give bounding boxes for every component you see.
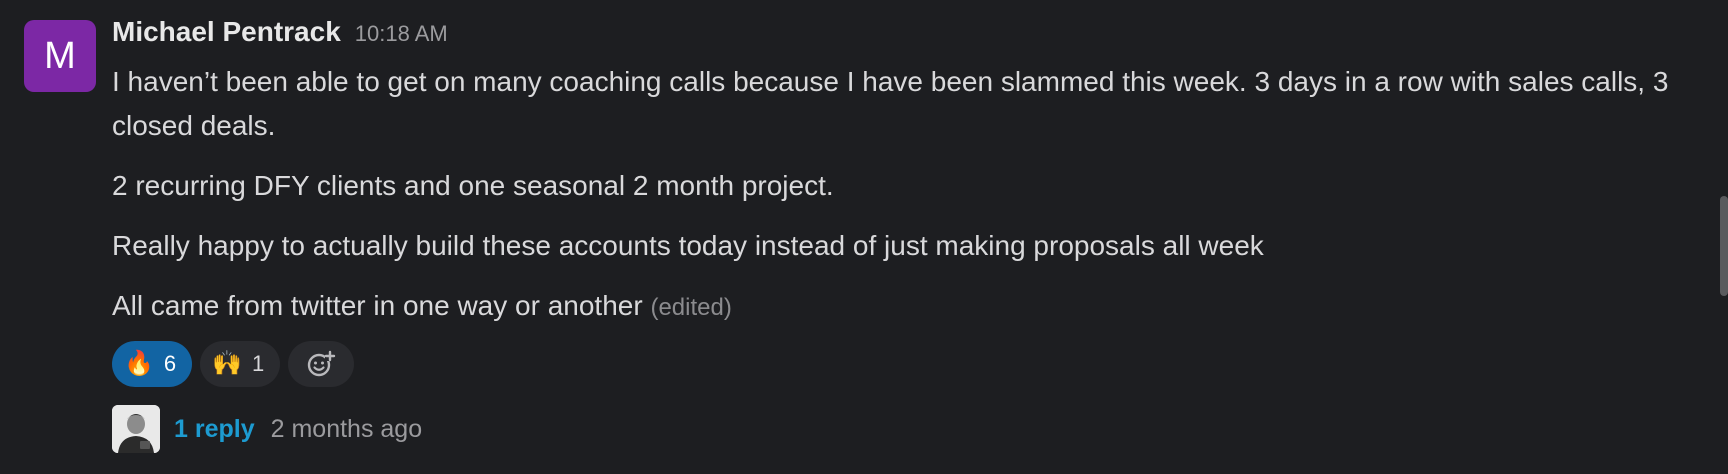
message-paragraph-text: All came from twitter in one way or anot… <box>112 290 643 321</box>
avatar-letter: M <box>44 34 76 77</box>
reaction-count: 6 <box>163 351 177 376</box>
reply-author-avatar <box>112 405 160 453</box>
edited-label: (edited) <box>650 294 732 321</box>
reaction-raised-hands[interactable]: 🙌 1 <box>200 341 281 387</box>
scrollbar[interactable] <box>1720 196 1728 296</box>
author-avatar[interactable]: M <box>24 20 96 92</box>
message-paragraph-last: All came from twitter in one way or anot… <box>112 284 1708 330</box>
reaction-fire[interactable]: 🔥 6 <box>112 341 193 387</box>
message-body: I haven’t been able to get on many coach… <box>112 60 1708 330</box>
person-photo-icon <box>112 405 160 453</box>
message-paragraph: 2 recurring DFY clients and one seasonal… <box>112 170 834 201</box>
add-reaction-button[interactable] <box>288 341 355 387</box>
message-timestamp[interactable]: 10:18 AM <box>355 21 448 47</box>
raised-hands-emoji-icon: 🙌 <box>212 350 243 377</box>
thread-summary[interactable]: 1 reply 2 months ago <box>112 404 1708 454</box>
reaction-count: 1 <box>252 351 265 376</box>
reply-count-link[interactable]: 1 reply <box>174 415 255 444</box>
fire-emoji-icon: 🔥 <box>124 350 154 377</box>
last-reply-time: 2 months ago <box>270 414 423 443</box>
message: M Michael Pentrack 10:18 AM I haven’t be… <box>0 0 1728 474</box>
message-paragraph: I haven’t been able to get on many coach… <box>112 66 1669 141</box>
reactions-bar: 🔥 6 🙌 1 <box>112 340 1708 388</box>
message-header: Michael Pentrack 10:18 AM <box>112 16 1708 60</box>
author-name[interactable]: Michael Pentrack <box>112 16 341 48</box>
add-emoji-icon <box>308 350 336 377</box>
message-paragraph: Really happy to actually build these acc… <box>112 230 1264 261</box>
message-content: Michael Pentrack 10:18 AM I haven’t been… <box>112 16 1708 454</box>
